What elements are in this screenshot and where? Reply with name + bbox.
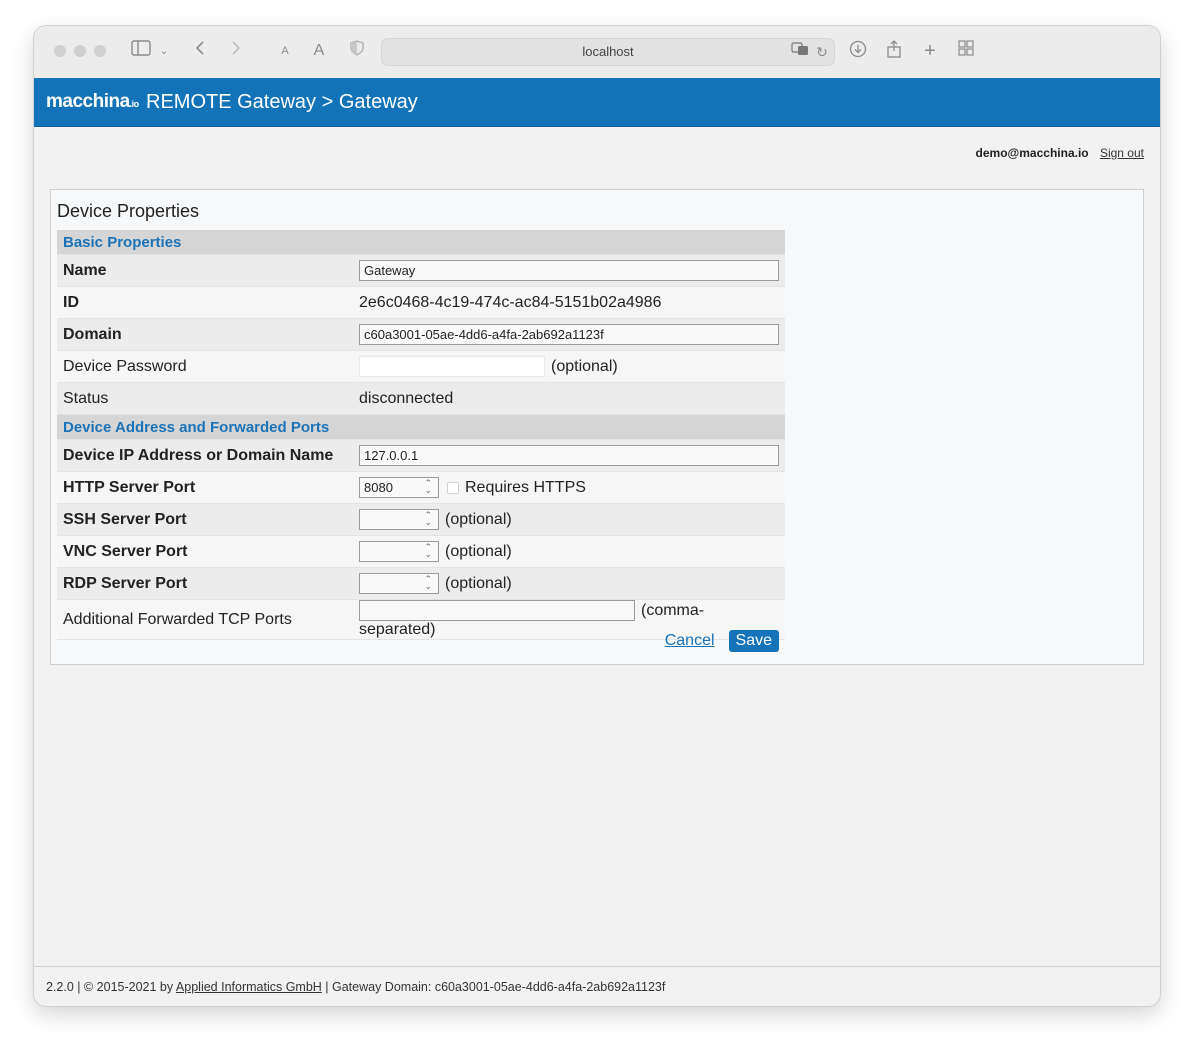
text-larger-icon[interactable]: A <box>312 40 326 62</box>
section-basic-label: Basic Properties <box>57 230 785 255</box>
http-port-label: HTTP Server Port <box>57 471 353 504</box>
section-address-label: Device Address and Forwarded Ports <box>57 414 785 440</box>
macchina-logo: macchina.io <box>46 91 139 112</box>
page-title: REMOTE Gateway > Gateway <box>146 91 418 113</box>
page-footer: 2.2.0 | © 2015-2021 by Applied Informati… <box>34 966 1160 1006</box>
ssh-hint: (optional) <box>445 510 512 528</box>
ssh-port-stepper[interactable]: ⌃ ⌄ <box>359 509 439 530</box>
close-window-button[interactable] <box>54 45 66 57</box>
back-icon[interactable] <box>192 40 208 62</box>
zoom-window-button[interactable] <box>94 45 106 57</box>
downloads-icon[interactable] <box>848 40 868 62</box>
http-port-stepper[interactable]: 8080 ⌃ ⌄ <box>359 477 439 498</box>
footer-text: 2.2.0 | © 2015-2021 by Applied Informati… <box>46 980 666 994</box>
password-label: Device Password <box>57 350 353 383</box>
table-row: SSH Server Port ⌃ ⌄ (optional) <box>57 503 785 536</box>
vnc-port-stepper[interactable]: ⌃ ⌄ <box>359 541 439 562</box>
stepper-arrows-icon[interactable]: ⌃ ⌄ <box>424 479 432 495</box>
sidebar-icon[interactable] <box>130 40 152 62</box>
properties-table: Basic Properties Name Gateway ID 2e6c046… <box>57 230 785 641</box>
company-link[interactable]: Applied Informatics GmbH <box>176 980 322 994</box>
browser-window: ⌄ A A localhost ↻ + macchina.io REMOTE G… <box>34 26 1160 1006</box>
table-row: Device IP Address or Domain Name 127.0.0… <box>57 439 785 472</box>
save-button[interactable]: Save <box>728 630 779 652</box>
ip-input[interactable]: 127.0.0.1 <box>359 445 779 466</box>
domain-label: Domain <box>57 318 353 351</box>
address-bar[interactable]: localhost ↻ <box>381 38 835 66</box>
stepper-arrows-icon[interactable]: ⌃ ⌄ <box>424 543 432 559</box>
forward-icon[interactable] <box>228 40 244 62</box>
status-value: disconnected <box>353 382 785 415</box>
table-row: Domain c60a3001-05ae-4dd6-a4fa-2ab692a11… <box>57 318 785 351</box>
password-input[interactable] <box>359 356 545 377</box>
table-row: Status disconnected <box>57 382 785 415</box>
panel-title: Device Properties <box>57 201 200 221</box>
ip-label: Device IP Address or Domain Name <box>57 439 353 472</box>
device-properties-panel: Device Properties Basic Properties Name … <box>50 189 1144 665</box>
id-label: ID <box>57 286 353 319</box>
domain-input[interactable]: c60a3001-05ae-4dd6-a4fa-2ab692a1123f <box>359 324 779 345</box>
tcp-ports-input[interactable] <box>359 600 635 621</box>
rdp-hint: (optional) <box>445 574 512 592</box>
id-value: 2e6c0468-4c19-474c-ac84-5151b02a4986 <box>353 286 785 319</box>
stepper-arrows-icon[interactable]: ⌃ ⌄ <box>424 511 432 527</box>
table-row: RDP Server Port ⌃ ⌄ (optional) <box>57 567 785 600</box>
rdp-port-stepper[interactable]: ⌃ ⌄ <box>359 573 439 594</box>
browser-toolbar: ⌄ A A localhost ↻ + <box>34 26 1160 79</box>
vnc-hint: (optional) <box>445 542 512 560</box>
table-row: VNC Server Port ⌃ ⌄ (optional) <box>57 535 785 568</box>
requires-https-label: Requires HTTPS <box>465 478 586 496</box>
name-label: Name <box>57 254 353 287</box>
ssh-port-label: SSH Server Port <box>57 503 353 536</box>
privacy-shield-icon[interactable] <box>348 40 366 62</box>
stepper-arrows-icon[interactable]: ⌃ ⌄ <box>424 575 432 591</box>
app-header: macchina.io REMOTE Gateway > Gateway <box>34 78 1160 127</box>
sign-out-link[interactable]: Sign out <box>1100 146 1144 160</box>
requires-https-checkbox[interactable] <box>447 481 459 494</box>
minimize-window-button[interactable] <box>74 45 86 57</box>
table-row: ID 2e6c0468-4c19-474c-ac84-5151b02a4986 <box>57 286 785 319</box>
status-label: Status <box>57 382 353 415</box>
share-icon[interactable] <box>884 40 904 62</box>
text-smaller-icon[interactable]: A <box>278 40 292 62</box>
address-text: localhost <box>582 44 634 59</box>
section-header: Basic Properties <box>57 230 785 255</box>
vnc-port-label: VNC Server Port <box>57 535 353 568</box>
section-header: Device Address and Forwarded Ports <box>57 414 785 440</box>
tab-overview-icon[interactable] <box>956 40 976 62</box>
table-row: Name Gateway <box>57 254 785 287</box>
rdp-port-label: RDP Server Port <box>57 567 353 600</box>
form-actions: Cancel Save <box>57 630 779 652</box>
user-bar: demo@macchina.io Sign out <box>976 146 1144 160</box>
cancel-link[interactable]: Cancel <box>665 632 715 649</box>
user-name: demo@macchina.io <box>975 146 1089 160</box>
name-input[interactable]: Gateway <box>359 260 779 281</box>
password-hint: (optional) <box>551 357 618 375</box>
chevron-down-icon[interactable]: ⌄ <box>158 40 170 62</box>
table-row: Device Password (optional) <box>57 350 785 383</box>
new-tab-icon[interactable]: + <box>920 40 940 62</box>
translate-icon[interactable] <box>790 41 810 63</box>
reload-icon[interactable]: ↻ <box>814 41 830 63</box>
table-row: HTTP Server Port 8080 ⌃ ⌄ Requires HTTPS <box>57 471 785 504</box>
